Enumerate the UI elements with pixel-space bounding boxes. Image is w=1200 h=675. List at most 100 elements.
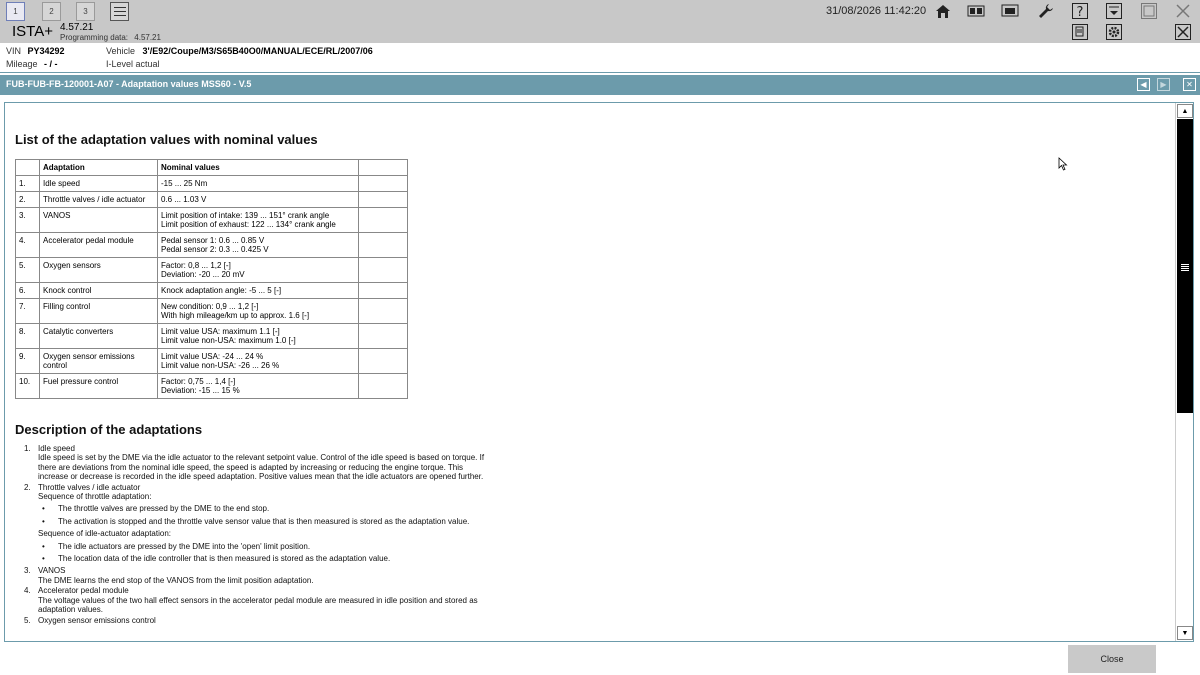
minimize-icon[interactable] xyxy=(1104,2,1123,20)
description-item: 4. Accelerator pedal module The voltage va… xyxy=(15,586,495,614)
row-number: 7. xyxy=(15,298,40,324)
close-document-button[interactable]: ✕ xyxy=(1183,78,1196,91)
scroll-thumb[interactable] xyxy=(1177,119,1193,413)
table-row: 7. Filling control New condition: 0,9 ... … xyxy=(15,298,408,324)
nominal-value-line: Limit value non-USA: maximum 1.0 [-] xyxy=(161,336,296,345)
nominal-values: Factor: 0,8 ... 1,2 [-] Deviation: -20 ..… xyxy=(157,257,359,283)
nominal-value-line: Pedal sensor 1: 0.6 ... 0.85 V xyxy=(161,236,265,245)
row-number: 10. xyxy=(15,373,40,399)
vehicle-identify-icon[interactable] xyxy=(966,2,985,20)
adaptation-name: Catalytic converters xyxy=(39,323,158,349)
table-header-nominal: Nominal values xyxy=(157,159,359,176)
table-row: 8. Catalytic converters Limit value USA: m… xyxy=(15,323,408,349)
nominal-values: -15 ... 25 Nm xyxy=(157,175,359,192)
description-item: 5. Oxygen sensor emissions control xyxy=(15,616,495,625)
extra-cell xyxy=(358,191,408,208)
row-number: 4. xyxy=(15,232,40,258)
session-tab-3[interactable]: 3 xyxy=(76,2,95,21)
nominal-value-line: Factor: 0,75 ... 1,4 [-] xyxy=(161,377,236,386)
help-icon[interactable]: ? xyxy=(1070,2,1089,20)
programming-data: Programming data: 4.57.21 xyxy=(60,33,161,42)
adaptation-name: Fuel pressure control xyxy=(39,373,158,399)
table-header-adaptation: Adaptation xyxy=(39,159,158,176)
mileage-label: Mileage xyxy=(6,59,38,69)
description-text: The voltage values of the two hall effec… xyxy=(38,595,478,615)
mouse-cursor-icon xyxy=(1058,157,1068,171)
vehicle-value: 3'/E92/Coupe/M3/S65B40O0/MANUAL/ECE/RL/2… xyxy=(142,46,373,56)
wrench-icon[interactable] xyxy=(1036,2,1055,20)
list-view-icon[interactable] xyxy=(110,2,129,21)
adaptation-name: Accelerator pedal module xyxy=(39,232,158,258)
description-title: VANOS xyxy=(38,566,66,576)
nominal-value-line: With high mileage/km up to approx. 1.6 [… xyxy=(161,311,310,320)
adaptation-name: Oxygen sensors xyxy=(39,257,158,283)
description-title: Accelerator pedal module xyxy=(38,586,129,596)
nominal-value-line: Limit position of intake: 139 ... 151° c… xyxy=(161,211,330,220)
description-item: 3. VANOS The DME learns the end stop of th… xyxy=(15,566,495,585)
nominal-values: 0.6 ... 1.03 V xyxy=(157,191,359,208)
next-page-button[interactable]: ▶ xyxy=(1157,78,1170,91)
description-bullet: The activation is stopped and the thrott… xyxy=(38,517,495,527)
document-header: FUB-FUB-FB-120001-A07 - Adaptation value… xyxy=(0,75,1200,95)
vertical-scrollbar[interactable]: ▲ ▼ xyxy=(1175,103,1193,641)
adaptation-name: Throttle valves / idle actuator xyxy=(39,191,158,208)
row-number: 9. xyxy=(15,348,40,374)
table-header-row: Adaptation Nominal values xyxy=(15,159,408,176)
close-icon[interactable] xyxy=(1173,2,1192,20)
mileage-value: - / - xyxy=(44,59,58,69)
close-button[interactable]: Close xyxy=(1068,645,1156,673)
previous-page-button[interactable]: ◀ xyxy=(1137,78,1150,91)
description-text: Idle speed is set by the DME via the idl… xyxy=(38,453,485,482)
nominal-value-line: Limit value USA: -24 ... 24 % xyxy=(161,352,264,361)
nominal-values: Pedal sensor 1: 0.6 ... 0.85 V Pedal sens… xyxy=(157,232,359,258)
nominal-value-line: -15 ... 25 Nm xyxy=(161,179,208,188)
nominal-value-line: Factor: 0,8 ... 1,2 [-] xyxy=(161,261,231,270)
nominal-value-line: Limit position of exhaust: 122 ... 134° … xyxy=(161,220,336,229)
description-bullet: The throttle valves are pressed by the D… xyxy=(38,504,495,514)
close-session-icon[interactable] xyxy=(1173,23,1192,41)
table-row: 6. Knock control Knock adaptation angle: -… xyxy=(15,282,408,299)
adaptation-name: VANOS xyxy=(39,207,158,233)
scroll-up-button[interactable]: ▲ xyxy=(1177,104,1193,118)
row-number: 6. xyxy=(15,282,40,299)
description-subheading: Sequence of throttle adaptation: xyxy=(38,492,152,502)
extra-cell xyxy=(358,282,408,299)
svg-text:?: ? xyxy=(1076,5,1083,19)
settings-gear-icon[interactable] xyxy=(1104,23,1123,41)
nominal-value-line: Limit value USA: maximum 1.1 [-] xyxy=(161,327,280,336)
session-tab-1[interactable]: 1 xyxy=(6,2,25,21)
table-body: 1. Idle speed -15 ... 25 Nm 2. Throttle valv… xyxy=(15,175,408,399)
nominal-value-line: Deviation: -20 ... 20 mV xyxy=(161,270,245,279)
adaptation-name: Oxygen sensor emissions control xyxy=(39,348,158,374)
row-number: 3. xyxy=(15,207,40,233)
description-list: 1. Idle speed Idle speed is set by the DME… xyxy=(15,444,495,626)
document-title: FUB-FUB-FB-120001-A07 - Adaptation value… xyxy=(6,79,252,89)
nominal-value-line: Limit value non-USA: -26 ... 26 % xyxy=(161,361,280,370)
description-title: Idle speed xyxy=(38,444,75,453)
extra-cell xyxy=(358,348,408,374)
vehicle-label: Vehicle xyxy=(106,46,136,56)
home-icon[interactable] xyxy=(933,2,952,20)
session-tab-2[interactable]: 2 xyxy=(42,2,61,21)
description-number: 1. xyxy=(24,444,31,453)
description-title: Throttle valves / idle actuator xyxy=(38,482,141,492)
display-icon[interactable] xyxy=(1000,2,1019,20)
description-bullet: The idle actuators are pressed by the DM… xyxy=(38,542,495,552)
programming-data-label: Programming data: xyxy=(60,33,129,42)
programming-data-value: 4.57.21 xyxy=(134,33,161,42)
description-bullet: The location data of the idle controller… xyxy=(38,554,495,564)
vehicle-info: VIN PY34292 Vehicle 3'/E92/Coupe/M3/S65B… xyxy=(0,43,1200,73)
table-row: 5. Oxygen sensors Factor: 0,8 ... 1,2 [-] D… xyxy=(15,257,408,283)
window-icon[interactable] xyxy=(1139,2,1158,20)
report-icon[interactable] xyxy=(1070,23,1089,41)
scroll-down-button[interactable]: ▼ xyxy=(1177,626,1193,640)
nominal-values: Limit value USA: maximum 1.1 [-] Limit va… xyxy=(157,323,359,349)
app-header: ISTA+ 4.57.21 Programming data: 4.57.21 xyxy=(0,22,1200,43)
app-title: ISTA+ xyxy=(12,23,53,40)
document-content: List of the adaptation values with nomin… xyxy=(5,103,1175,641)
nominal-value-line: Knock adaptation angle: -5 ... 5 [-] xyxy=(161,286,282,295)
adaptation-table: Adaptation Nominal values 1. Idle speed -1… xyxy=(15,159,408,399)
row-number: 8. xyxy=(15,323,40,349)
table-row: 9. Oxygen sensor emissions control Limit v… xyxy=(15,348,408,374)
nominal-values: Knock adaptation angle: -5 ... 5 [-] xyxy=(157,282,359,299)
